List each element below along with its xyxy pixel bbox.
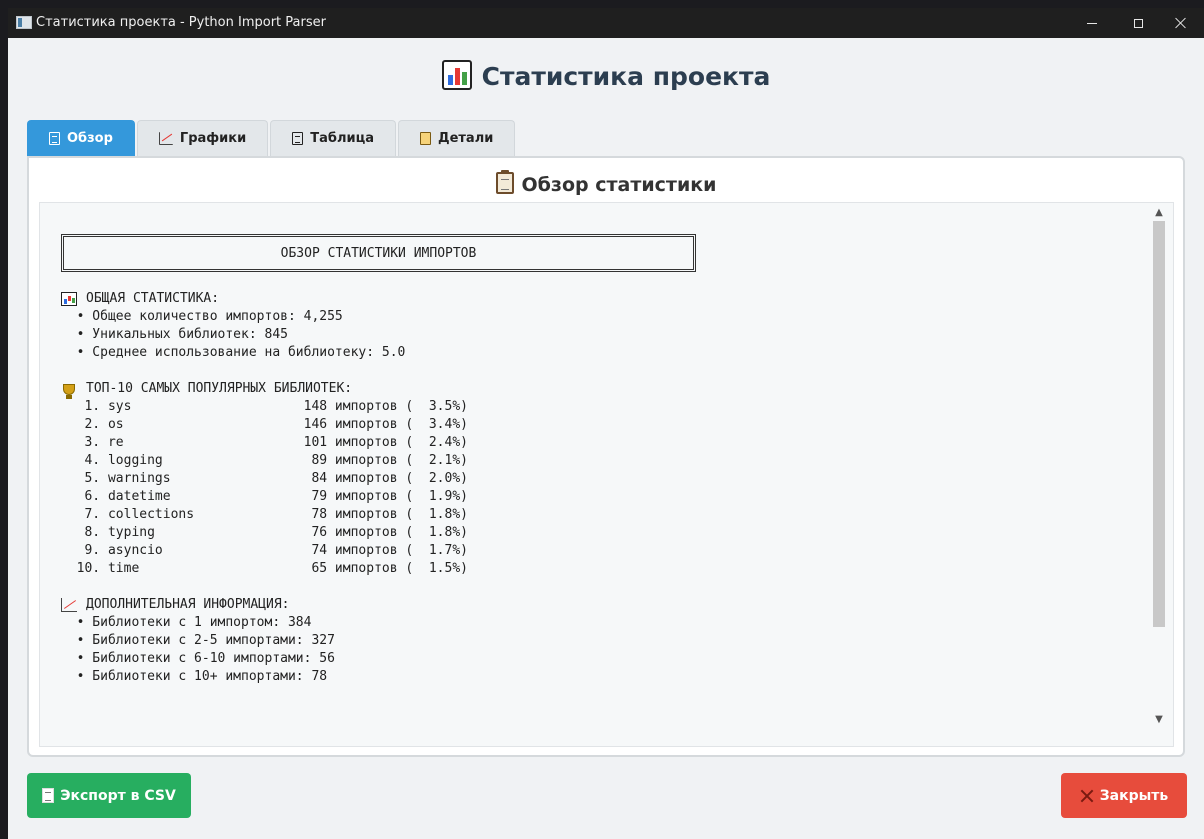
scroll-down-icon[interactable]: ▼ (1152, 712, 1166, 726)
extra-info-heading-text: ДОПОЛНИТЕЛЬНАЯ ИНФОРМАЦИЯ: (86, 597, 290, 612)
list-item: 5. warnings 84 импортов ( 2.0%) (61, 471, 468, 486)
line-chart-icon (158, 132, 173, 145)
list-item: • Общее количество импортов: 4,255 (61, 309, 343, 324)
minimize-icon (1087, 22, 1097, 24)
tab-label: Графики (179, 131, 247, 146)
overview-panel: Обзор статистики ОБЗОР СТАТИСТИКИ ИМПОРТ… (27, 156, 1185, 757)
tab-charts[interactable]: Графики (136, 120, 269, 156)
close-icon (1175, 17, 1187, 29)
list-item: 6. datetime 79 импортов ( 1.9%) (61, 489, 468, 504)
top-libraries-heading: ТОП-10 САМЫХ ПОПУЛЯРНЫХ БИБЛИОТЕК: (61, 380, 696, 399)
tab-label: Обзор (67, 131, 113, 146)
window-title: Статистика проекта - Python Import Parse… (36, 15, 326, 30)
list-item: 10. time 65 импортов ( 1.5%) (61, 561, 468, 576)
export-csv-label: Экспорт в CSV (60, 787, 176, 804)
list-item: 9. asyncio 74 импортов ( 1.7%) (61, 543, 468, 558)
general-stats-heading: ОБЩАЯ СТАТИСТИКА: (61, 290, 696, 308)
tab-table[interactable]: Таблица (270, 120, 396, 156)
document-icon (49, 132, 60, 145)
document-icon (42, 788, 55, 803)
line-chart-icon (61, 598, 77, 612)
bar-chart-icon (441, 60, 472, 90)
trophy-icon (63, 383, 75, 399)
bar-chart-icon (61, 292, 77, 306)
tab-label: Таблица (310, 131, 374, 146)
overview-title-text: Обзор статистики (521, 174, 717, 196)
notepad-icon (420, 132, 431, 145)
list-item: • Библиотеки с 6-10 импортами: 56 (61, 651, 335, 666)
close-label: Закрыть (1099, 787, 1169, 804)
scroll-up-icon[interactable]: ▲ (1152, 205, 1166, 219)
list-item: 3. re 101 импортов ( 2.4%) (61, 435, 468, 450)
statistics-text-area[interactable]: ОБЗОР СТАТИСТИКИ ИМПОРТОВ ОБЩАЯ СТАТИСТИ… (39, 202, 1174, 747)
window-close-button[interactable] (1158, 8, 1204, 38)
list-item: • Уникальных библиотек: 845 (61, 327, 288, 342)
extra-info-heading: ДОПОЛНИТЕЛЬНАЯ ИНФОРМАЦИЯ: (61, 596, 696, 614)
statistics-window: Статистика проекта - Python Import Parse… (8, 8, 1204, 839)
overview-title: Обзор статистики (29, 170, 1183, 196)
list-item: 4. logging 89 импортов ( 2.1%) (61, 453, 468, 468)
clipboard-icon (495, 170, 514, 194)
page-header: Статистика проекта (8, 60, 1204, 91)
list-item: • Библиотеки с 10+ импортами: 78 (61, 669, 328, 684)
vertical-scrollbar[interactable]: ▲ ▼ (1152, 205, 1166, 726)
list-item: 2. os 146 импортов ( 3.4%) (61, 417, 468, 432)
list-item: 1. sys 148 импортов ( 3.5%) (61, 399, 468, 414)
tab-overview[interactable]: Обзор (27, 120, 135, 156)
maximize-button[interactable] (1115, 8, 1161, 38)
list-item: 7. collections 78 импортов ( 1.8%) (61, 507, 468, 522)
top-libraries-heading-text: ТОП-10 САМЫХ ПОПУЛЯРНЫХ БИБЛИОТЕК: (86, 381, 353, 396)
document-icon (292, 132, 304, 145)
minimize-button[interactable] (1069, 8, 1115, 38)
app-window-icon (16, 16, 32, 29)
tab-label: Детали (438, 131, 494, 146)
list-item: 8. typing 76 импортов ( 1.8%) (61, 525, 468, 540)
title-bar: Статистика проекта - Python Import Parse… (8, 8, 1204, 38)
summary-box-title-text: ОБЗОР СТАТИСТИКИ ИМПОРТОВ (280, 245, 477, 261)
page-title: Статистика проекта (481, 62, 771, 91)
general-stats-heading-text: ОБЩАЯ СТАТИСТИКА: (86, 291, 220, 306)
tab-bar: Обзор Графики Таблица Детали (27, 120, 517, 156)
close-button[interactable]: Закрыть (1061, 773, 1187, 818)
tab-details[interactable]: Детали (398, 120, 516, 156)
maximize-icon (1133, 18, 1143, 28)
scroll-thumb[interactable] (1153, 221, 1165, 627)
list-item: • Среднее использование на библиотеку: 5… (61, 345, 406, 360)
list-item: • Библиотеки с 1 импортом: 384 (61, 615, 312, 630)
list-item: • Библиотеки с 2-5 импортами: 327 (61, 633, 335, 648)
summary-box-title: ОБЗОР СТАТИСТИКИ ИМПОРТОВ (61, 234, 696, 272)
close-icon (1080, 789, 1094, 803)
statistics-text: ОБЗОР СТАТИСТИКИ ИМПОРТОВ ОБЩАЯ СТАТИСТИ… (61, 233, 696, 686)
export-csv-button[interactable]: Экспорт в CSV (27, 773, 191, 818)
